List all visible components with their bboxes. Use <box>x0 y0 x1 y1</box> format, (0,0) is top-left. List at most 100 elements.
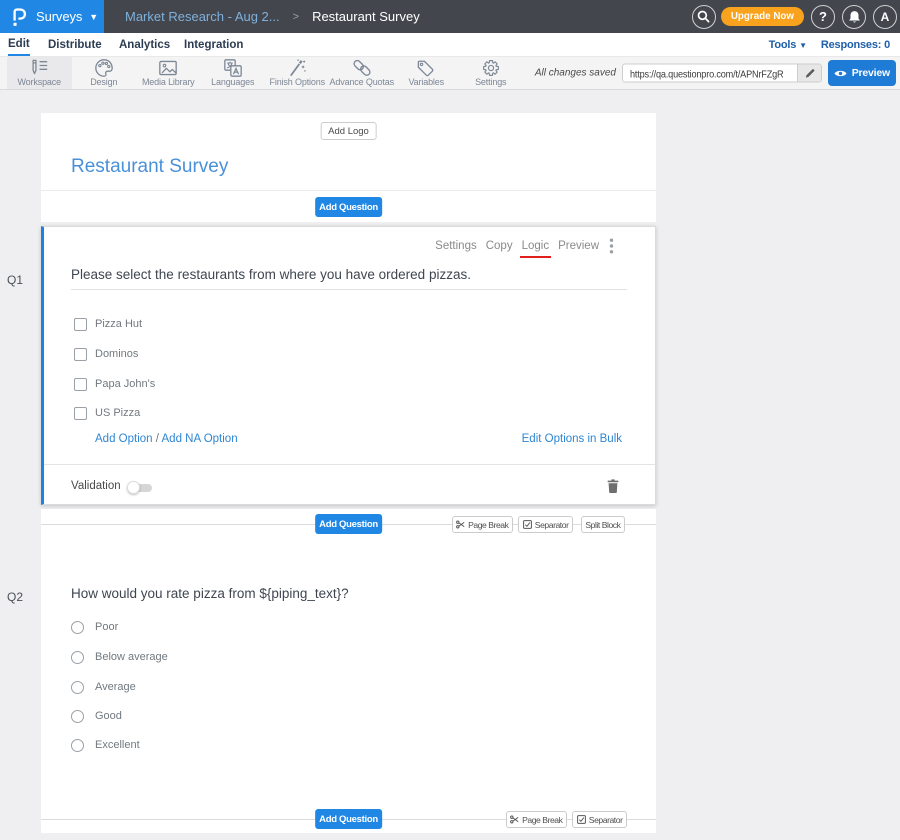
share-url-group <box>622 64 822 83</box>
topbar-actions: Upgrade Now ? A <box>692 0 900 33</box>
tab-distribute[interactable]: Distribute <box>48 33 102 56</box>
survey-toolbar: Workspace Design Media Library Languages… <box>0 57 900 90</box>
option-label[interactable]: Average <box>95 681 136 693</box>
brand-menu[interactable]: Surveys ▼ <box>0 0 104 33</box>
add-question-button-bottom[interactable]: Add Question <box>315 809 383 829</box>
toolbar-item-languages[interactable]: Languages <box>201 57 266 89</box>
separator-button[interactable]: Separator <box>572 811 627 828</box>
toolbar-item-settings[interactable]: Settings <box>459 57 524 89</box>
toggle-knob <box>127 481 140 494</box>
survey-header-card: Add Logo Restaurant Survey Add Question <box>41 113 656 222</box>
responses-count[interactable]: Responses: 0 <box>821 39 890 51</box>
add-question-button-top[interactable]: Add Question <box>315 197 383 217</box>
checkbox[interactable] <box>74 348 87 361</box>
radio[interactable] <box>71 710 84 723</box>
trash-icon <box>607 479 619 493</box>
question-block-q2[interactable]: Add Question Page Break Separator Split … <box>41 509 656 833</box>
eye-icon <box>834 69 847 78</box>
question-number-q2: Q2 <box>7 590 23 604</box>
avatar[interactable]: A <box>873 5 897 29</box>
pencil-icon <box>805 68 815 78</box>
option-row: Pizza Hut <box>74 317 142 331</box>
help-button[interactable]: ? <box>811 5 835 29</box>
share-url-input[interactable] <box>623 66 797 82</box>
question-preview-link[interactable]: Preview <box>558 240 599 252</box>
design-icon <box>94 59 114 76</box>
toolbar-item-advance-quotas[interactable]: Advance Quotas <box>330 57 395 89</box>
option-row: Good <box>71 709 122 723</box>
survey-canvas: Q1 Q2 Add Logo Restaurant Survey Add Que… <box>0 90 900 840</box>
question-text-q1[interactable]: Please select the restaurants from where… <box>71 267 471 282</box>
question-copy-link[interactable]: Copy <box>486 240 513 252</box>
add-question-button-mid[interactable]: Add Question <box>315 514 383 534</box>
tab-integration[interactable]: Integration <box>184 33 243 56</box>
option-label[interactable]: Poor <box>95 621 118 633</box>
notifications-button[interactable] <box>842 5 866 29</box>
preview-button[interactable]: Preview <box>828 60 896 86</box>
breadcrumb: Market Research - Aug 2... > Restaurant … <box>104 0 420 33</box>
option-label[interactable]: Excellent <box>95 739 140 751</box>
questionpro-logo-icon <box>12 8 27 26</box>
toolbar-item-finish-options[interactable]: Finish Options <box>265 57 330 89</box>
radio[interactable] <box>71 651 84 664</box>
option-label[interactable]: Good <box>95 710 122 722</box>
option-label[interactable]: Papa John's <box>95 378 155 390</box>
add-logo-button[interactable]: Add Logo <box>320 122 377 140</box>
option-label[interactable]: Pizza Hut <box>95 318 142 330</box>
save-status: All changes saved <box>535 68 616 79</box>
question-settings-link[interactable]: Settings <box>435 240 477 252</box>
checkbox[interactable] <box>74 378 87 391</box>
option-row: Poor <box>71 620 118 634</box>
checkbox[interactable] <box>74 318 87 331</box>
option-label[interactable]: Below average <box>95 651 168 663</box>
option-row: Below average <box>71 650 168 664</box>
page-break-button[interactable]: Page Break <box>452 516 513 533</box>
scissors-icon <box>456 520 465 529</box>
question-actions: Settings Copy Logic Preview <box>426 240 599 252</box>
chevron-down-icon: ▼ <box>89 12 98 22</box>
media-library-icon <box>158 59 178 76</box>
tab-edit[interactable]: Edit <box>8 33 30 56</box>
add-option-link[interactable]: Add Option <box>95 433 153 445</box>
page-break-button[interactable]: Page Break <box>506 811 567 828</box>
upgrade-now-button[interactable]: Upgrade Now <box>721 7 804 26</box>
languages-icon <box>223 59 243 76</box>
vertical-dots-icon <box>609 238 614 254</box>
validation-toggle[interactable] <box>128 484 152 492</box>
radio[interactable] <box>71 621 84 634</box>
delete-question-button[interactable] <box>607 479 619 498</box>
toolbar-item-workspace[interactable]: Workspace <box>7 57 72 89</box>
edit-options-bulk-link[interactable]: Edit Options in Bulk <box>522 433 622 445</box>
radio[interactable] <box>71 739 84 752</box>
checkbox[interactable] <box>74 407 87 420</box>
option-row: Excellent <box>71 738 140 752</box>
option-label[interactable]: Dominos <box>95 348 138 360</box>
finish-options-icon <box>287 59 307 76</box>
chevron-down-icon: ▼ <box>799 41 807 50</box>
question-text-q2[interactable]: How would you rate pizza from ${piping_t… <box>71 586 349 601</box>
main-nav: Edit Distribute Analytics Integration To… <box>0 33 900 57</box>
separator-button[interactable]: Separator <box>518 516 573 533</box>
question-menu-button[interactable] <box>609 238 614 259</box>
question-text-underline <box>71 289 627 290</box>
survey-title[interactable]: Restaurant Survey <box>71 156 228 178</box>
edit-url-button[interactable] <box>797 65 821 82</box>
divider <box>41 190 656 191</box>
radio[interactable] <box>71 681 84 694</box>
add-na-option-link[interactable]: Add NA Option <box>162 433 238 445</box>
toolbar-item-variables[interactable]: Variables <box>394 57 459 89</box>
option-links: Add Option / Add NA Option <box>95 433 238 445</box>
question-block-q1[interactable]: Settings Copy Logic Preview Please selec… <box>41 226 656 505</box>
search-button[interactable] <box>692 5 716 29</box>
toolbar-item-media-library[interactable]: Media Library <box>136 57 201 89</box>
question-logic-link[interactable]: Logic <box>522 240 550 252</box>
share-url-field <box>623 65 797 82</box>
split-block-button[interactable]: Split Block <box>581 516 625 533</box>
tools-menu[interactable]: Tools▼ <box>769 39 807 51</box>
option-label[interactable]: US Pizza <box>95 407 140 419</box>
breadcrumb-parent[interactable]: Market Research - Aug 2... <box>125 9 280 24</box>
tab-analytics[interactable]: Analytics <box>119 33 170 56</box>
toolbar-item-design[interactable]: Design <box>72 57 137 89</box>
option-row: Papa John's <box>74 377 155 391</box>
search-icon <box>697 10 710 23</box>
